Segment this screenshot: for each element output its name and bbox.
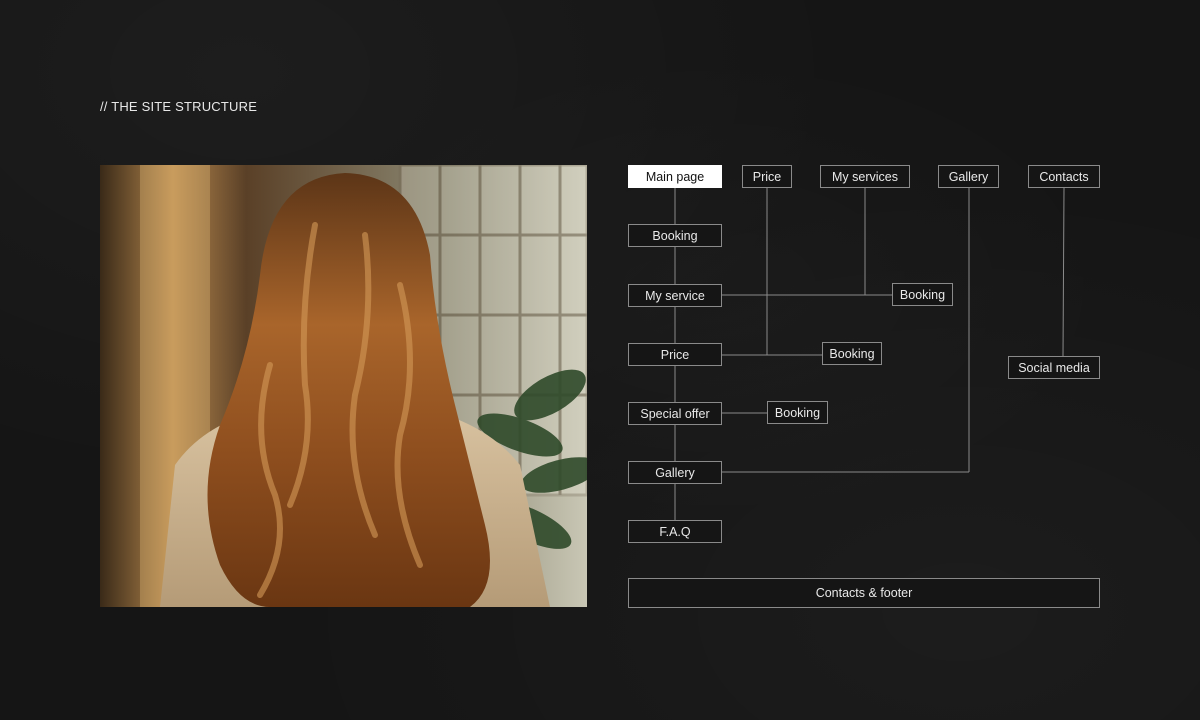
node-price[interactable]: Price xyxy=(742,165,792,188)
node-main-my-service[interactable]: My service xyxy=(628,284,722,307)
node-gallery[interactable]: Gallery xyxy=(938,165,999,188)
node-main-booking[interactable]: Booking xyxy=(628,224,722,247)
node-my-services[interactable]: My services xyxy=(820,165,910,188)
node-main-price[interactable]: Price xyxy=(628,343,722,366)
node-social-media[interactable]: Social media xyxy=(1008,356,1100,379)
node-price-booking[interactable]: Booking xyxy=(822,342,882,365)
node-special-offer-booking[interactable]: Booking xyxy=(767,401,828,424)
node-my-service-booking[interactable]: Booking xyxy=(892,283,953,306)
node-contacts-footer[interactable]: Contacts & footer xyxy=(628,578,1100,608)
node-main-page[interactable]: Main page xyxy=(628,165,722,188)
node-main-gallery[interactable]: Gallery xyxy=(628,461,722,484)
node-contacts[interactable]: Contacts xyxy=(1028,165,1100,188)
node-main-special-offer[interactable]: Special offer xyxy=(628,402,722,425)
node-main-faq[interactable]: F.A.Q xyxy=(628,520,722,543)
